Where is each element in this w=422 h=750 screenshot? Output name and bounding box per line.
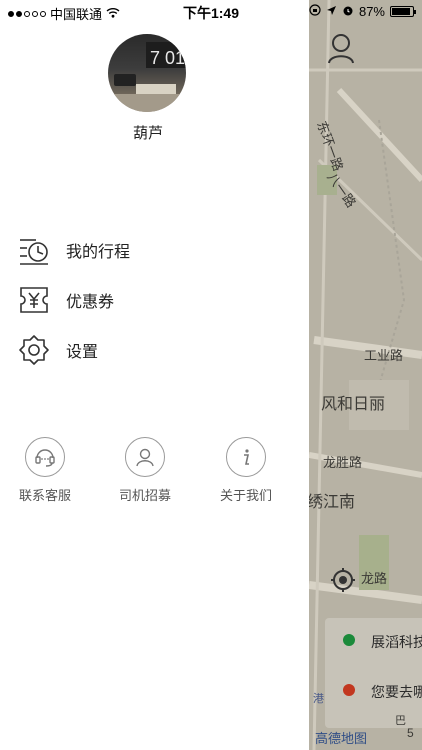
menu-item-settings[interactable]: 设置 <box>18 332 98 368</box>
map-label-road: 工业路 <box>364 348 404 363</box>
battery-percentage: 87% <box>358 4 385 19</box>
menu-item-my-trips[interactable]: 我的行程 <box>18 232 130 268</box>
menu-label: 设置 <box>66 344 99 361</box>
orientation-lock-icon <box>309 4 321 19</box>
driver-recruit-button[interactable]: 司机招募 <box>100 437 190 504</box>
avatar[interactable]: 7 01 <box>108 34 186 112</box>
start-dot-icon <box>343 634 355 646</box>
info-icon <box>226 437 266 477</box>
battery-icon <box>390 6 416 17</box>
customer-service-icon <box>25 437 65 477</box>
coupon-icon <box>18 284 50 316</box>
map-label-road: 龙胜路 <box>323 455 363 470</box>
map-poi-label: 港 <box>313 693 324 705</box>
map-label-road: 巴 <box>395 715 406 727</box>
menu-item-coupons[interactable]: 优惠券 <box>18 282 114 318</box>
about-us-button[interactable]: 关于我们 <box>201 437 291 504</box>
contact-support-button[interactable]: 联系客服 <box>0 437 90 504</box>
shortcut-label: 联系客服 <box>18 488 71 503</box>
user-profile-icon[interactable] <box>327 32 355 64</box>
trip-history-icon <box>18 234 50 266</box>
menu-label: 优惠券 <box>66 294 115 311</box>
map-scale: 5 <box>407 726 414 740</box>
map-label-area: 风和日丽 <box>321 396 386 413</box>
status-bar: 中国联通 下午1:49 87% <box>0 0 422 24</box>
username: 葫芦 <box>132 125 163 142</box>
svg-text:7 01: 7 01 <box>150 48 185 68</box>
locate-icon[interactable] <box>331 568 355 592</box>
destination-input[interactable]: 您要去哪 <box>371 682 422 702</box>
start-location-text[interactable]: 展滔科技 <box>371 632 422 652</box>
map-label-area: 绣江南 <box>309 494 356 511</box>
map-view[interactable]: 东环一路 八一路 工业路 风和日丽 龙胜路 绣江南 龙路 展滔科技 您要去哪 港… <box>309 0 422 750</box>
location-arrow-icon <box>326 4 337 19</box>
map-label-road: 龙路 <box>361 571 388 586</box>
shortcut-label: 关于我们 <box>219 488 272 503</box>
shortcut-label: 司机招募 <box>118 488 171 503</box>
side-drawer: 7 01 葫芦 我的行程 优惠券 设置 联系客服 司机招募 关于我们 <box>0 0 309 750</box>
destination-dot-icon <box>343 684 355 696</box>
menu-label: 我的行程 <box>66 244 131 261</box>
map-watermark: 高德地图 <box>315 731 368 746</box>
alarm-icon <box>342 4 354 19</box>
driver-recruit-icon <box>125 437 165 477</box>
settings-icon <box>18 334 50 366</box>
